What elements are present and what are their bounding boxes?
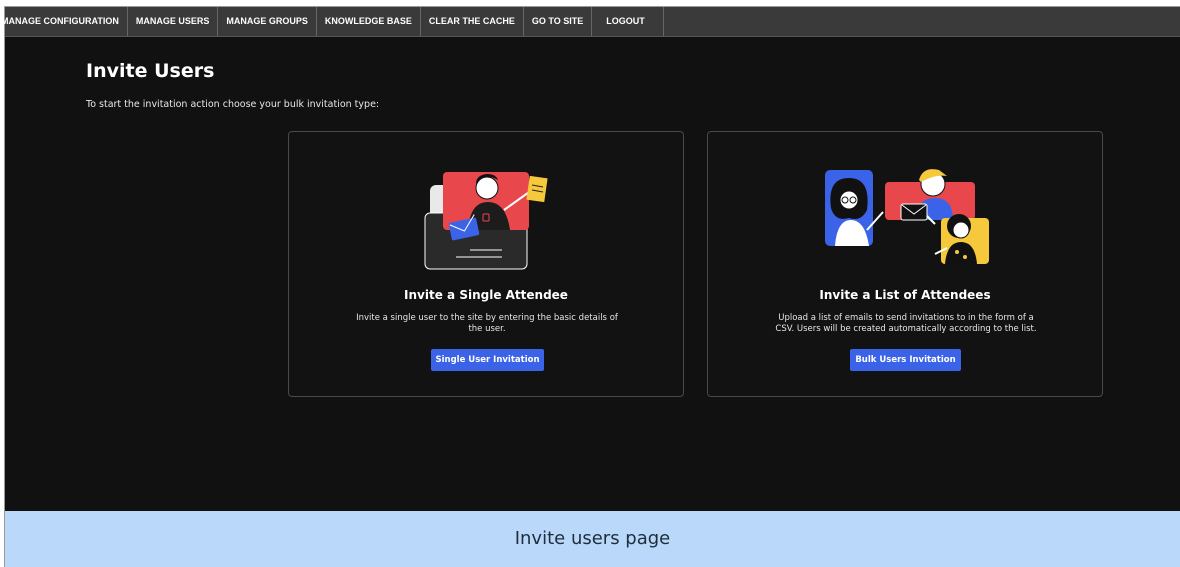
nav-knowledge-base[interactable]: KNOWLEDGE BASE (317, 7, 421, 36)
nav-manage-configuration[interactable]: MANAGE CONFIGURATION (1, 7, 128, 36)
screenshot-caption: Invite users page (5, 511, 1180, 567)
single-attendee-description: Invite a single user to the site by ente… (356, 313, 618, 334)
attendee-list-description: Upload a list of emails to send invitati… (775, 313, 1037, 334)
nav-clear-cache[interactable]: CLEAR THE CACHE (421, 7, 524, 36)
nav-manage-users[interactable]: MANAGE USERS (128, 7, 219, 36)
nav-manage-groups[interactable]: MANAGE GROUPS (218, 7, 317, 36)
page-title: Invite Users (86, 60, 215, 82)
bulk-users-invitation-button[interactable]: Bulk Users Invitation (850, 349, 961, 371)
app-frame: MANAGE CONFIGURATION MANAGE USERS MANAGE… (1, 6, 1180, 567)
attendee-list-card: Invite a List of Attendees Upload a list… (707, 131, 1103, 397)
top-navigation: MANAGE CONFIGURATION MANAGE USERS MANAGE… (1, 7, 1180, 37)
attendee-list-title: Invite a List of Attendees (819, 288, 991, 302)
single-user-invitation-button[interactable]: Single User Invitation (431, 349, 544, 371)
nav-logout[interactable]: LOGOUT (592, 7, 664, 36)
page-intro: To start the invitation action choose yo… (86, 99, 380, 110)
attendee-list-illustration (825, 169, 989, 264)
nav-go-to-site[interactable]: GO TO SITE (524, 7, 593, 36)
single-attendee-title: Invite a Single Attendee (404, 288, 568, 302)
single-attendee-card: Invite a Single Attendee Invite a single… (288, 131, 684, 397)
single-attendee-illustration (424, 172, 548, 270)
